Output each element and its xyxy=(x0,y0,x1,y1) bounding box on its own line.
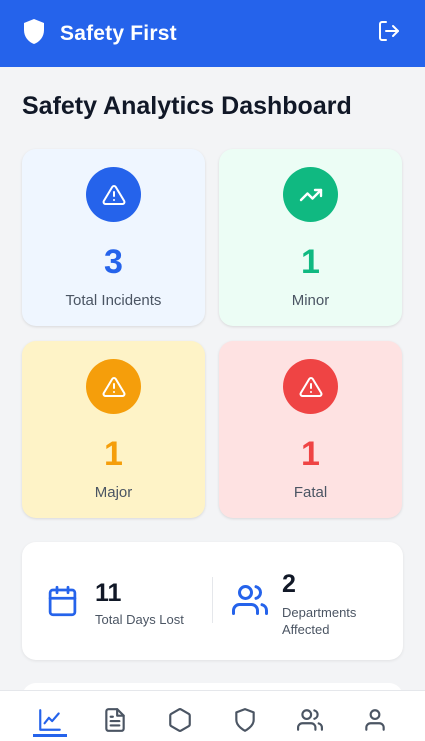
stat-label: Minor xyxy=(291,292,330,309)
departments-label-line2: Affected xyxy=(282,622,330,637)
departments-summary: 2 Departments Affected xyxy=(232,570,356,638)
summary-card: 11 Total Days Lost 2 Departments Affecte… xyxy=(22,542,403,660)
trending-up-icon xyxy=(283,167,338,222)
brand: Safety First xyxy=(22,18,177,50)
bottom-nav xyxy=(0,690,425,741)
summary-divider xyxy=(212,577,213,623)
warning-icon xyxy=(283,359,338,414)
nav-reports[interactable] xyxy=(98,707,132,737)
stat-value: 1 xyxy=(301,243,320,281)
stat-card-major: 1 Major xyxy=(22,341,205,518)
warning-icon xyxy=(86,359,141,414)
stat-card-total-incidents: 3 Total Incidents xyxy=(22,149,205,326)
departments-value: 2 xyxy=(282,570,296,598)
stat-card-minor: 1 Minor xyxy=(219,149,402,326)
nav-analytics[interactable] xyxy=(33,707,68,737)
days-lost-summary: 11 Total Days Lost xyxy=(46,579,184,628)
profile-icon xyxy=(362,707,388,737)
analytics-icon xyxy=(37,707,63,734)
app-title: Safety First xyxy=(60,21,177,45)
days-lost-label: Total Days Lost xyxy=(95,612,184,627)
stat-card-fatal: 1 Fatal xyxy=(219,341,402,518)
shield-logo-icon xyxy=(22,18,46,50)
app-header: Safety First xyxy=(0,0,425,67)
stat-label: Total Incidents xyxy=(65,292,162,309)
nav-hexagon[interactable] xyxy=(163,707,197,737)
calendar-icon xyxy=(46,583,79,624)
nav-profile[interactable] xyxy=(358,707,392,737)
users-icon xyxy=(296,707,324,737)
users-icon xyxy=(232,582,268,623)
page-title: Safety Analytics Dashboard xyxy=(22,92,352,120)
hexagon-icon xyxy=(167,707,193,737)
stat-label: Fatal xyxy=(293,484,328,501)
departments-label-line1: Departments xyxy=(282,605,357,620)
stat-value: 1 xyxy=(301,435,320,473)
warning-icon xyxy=(86,167,141,222)
logout-button[interactable] xyxy=(375,20,403,48)
stat-value: 1 xyxy=(104,435,123,473)
nav-users[interactable] xyxy=(293,707,327,737)
logout-icon xyxy=(377,19,401,48)
report-icon xyxy=(102,707,128,737)
nav-safety[interactable] xyxy=(228,707,262,737)
stat-label: Major xyxy=(94,484,133,501)
shield-icon xyxy=(232,707,258,737)
days-lost-value: 11 xyxy=(95,579,122,607)
stat-value: 3 xyxy=(104,243,123,281)
